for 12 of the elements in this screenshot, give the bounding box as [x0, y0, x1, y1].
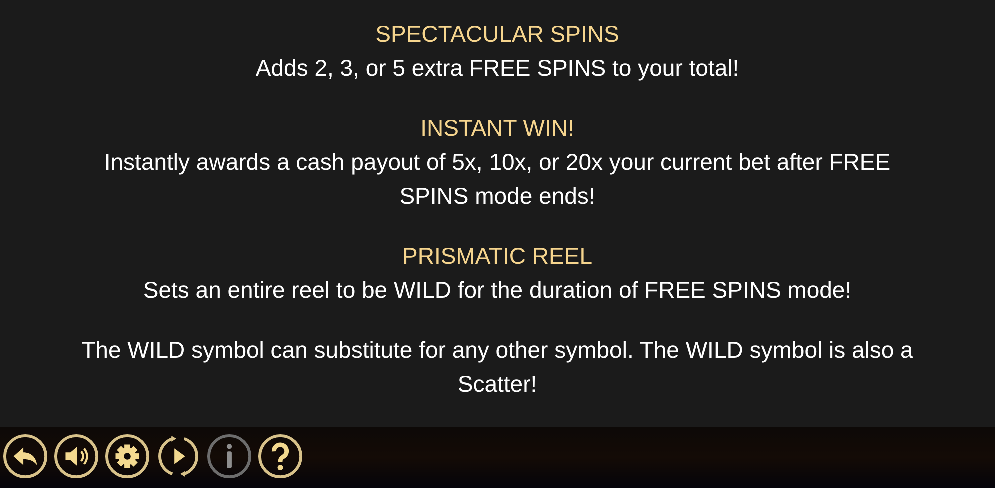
- sound-button[interactable]: [53, 433, 100, 480]
- section-title: PRISMATIC REEL: [402, 242, 594, 271]
- description-text: Sets an entire reel to be WILD for the duration of FREE SPINS mode!: [142, 276, 853, 305]
- section-title: SPECTACULAR SPINS: [374, 20, 620, 49]
- info-button[interactable]: [206, 433, 253, 480]
- description-text: Instantly awards a cash payout of 5x, 10x, or 20x your current bet after FREE SPINS mode ends!: [103, 148, 892, 211]
- section-title: INSTANT WIN!: [420, 114, 576, 143]
- settings-button[interactable]: [104, 433, 151, 480]
- back-button[interactable]: [2, 433, 49, 480]
- description-text: Adds 2, 3, or 5 extra FREE SPINS to your total!: [254, 54, 740, 83]
- help-button[interactable]: [257, 433, 304, 480]
- description-text: The WILD symbol can substitute for any other symbol. The WILD symbol is also a Scatter!: [80, 336, 914, 399]
